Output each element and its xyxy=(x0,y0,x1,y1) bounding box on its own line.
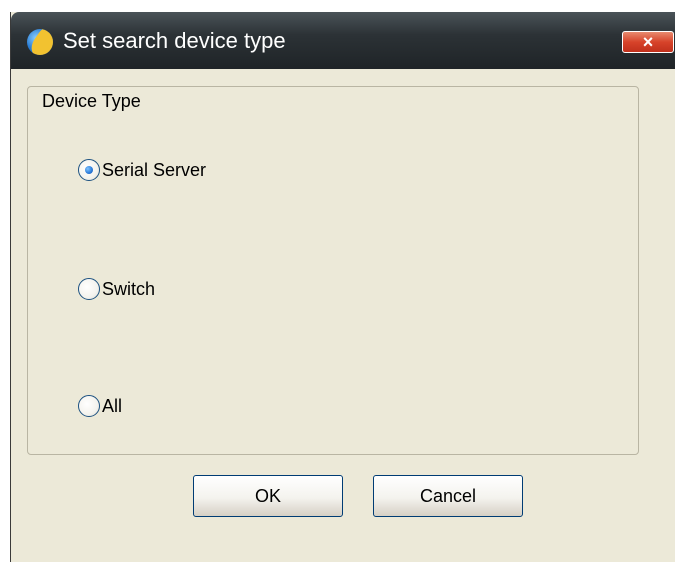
radio-label-serial-server[interactable]: Serial Server xyxy=(102,160,206,181)
radio-button-switch[interactable] xyxy=(78,278,100,300)
radio-switch[interactable]: Switch xyxy=(78,276,155,302)
close-button[interactable]: × xyxy=(622,31,674,53)
radio-label-switch[interactable]: Switch xyxy=(102,279,155,300)
radio-label-all[interactable]: All xyxy=(102,396,122,417)
radio-button-serial-server[interactable] xyxy=(78,159,100,181)
device-type-legend: Device Type xyxy=(40,90,143,112)
ok-button[interactable]: OK xyxy=(193,475,343,517)
close-icon: × xyxy=(642,32,654,52)
radio-serial-server[interactable]: Serial Server xyxy=(78,157,206,183)
radio-all[interactable]: All xyxy=(78,393,122,419)
window-title: Set search device type xyxy=(63,28,286,53)
radio-button-all[interactable] xyxy=(78,395,100,417)
title-bar[interactable]: Set search device type × xyxy=(11,12,675,69)
app-globe-icon xyxy=(27,29,53,55)
cancel-button[interactable]: Cancel xyxy=(373,475,523,517)
